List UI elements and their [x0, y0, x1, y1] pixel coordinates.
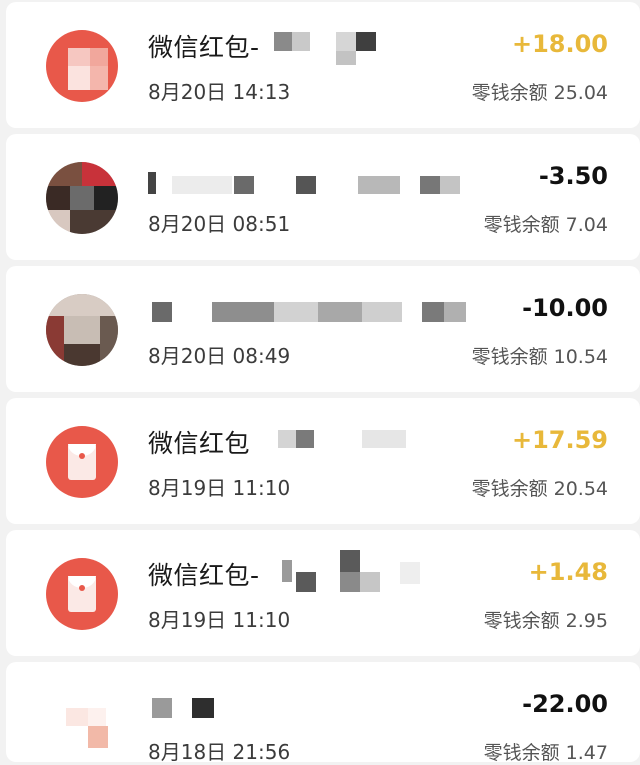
- user-avatar: [46, 294, 118, 366]
- red-packet-icon: [46, 30, 118, 102]
- blurred-name: [148, 172, 468, 196]
- transaction-title: 微信红包-: [148, 561, 260, 590]
- user-avatar: [46, 162, 118, 234]
- envelope-icon: [68, 576, 96, 612]
- transaction-time: 8月18日 21:56: [148, 740, 291, 764]
- transaction-title: 微信红包: [148, 429, 251, 458]
- transaction-row[interactable]: 8月20日 08:51 -3.50 零钱余额 7.04: [6, 134, 640, 260]
- transaction-row[interactable]: 微信红包- 8月20日 14:13 +18.00 零钱余额 25.04: [6, 2, 640, 128]
- transaction-time: 8月20日 08:49: [148, 344, 291, 368]
- transaction-amount: +18.00: [511, 30, 608, 58]
- transaction-row[interactable]: 8月20日 08:49 -10.00 零钱余额 10.54: [6, 266, 640, 392]
- transaction-time: 8月20日 08:51: [148, 212, 291, 236]
- transaction-list: 微信红包- 8月20日 14:13 +18.00 零钱余额 25.04 8月20…: [0, 0, 640, 764]
- transaction-row[interactable]: 微信红包- 8月19日 11:10 +1.48 零钱余额 2.95: [6, 530, 640, 656]
- wallet-balance: 零钱余额 10.54: [471, 346, 608, 368]
- wallet-balance: 零钱余额 20.54: [471, 478, 608, 500]
- transaction-amount: +17.59: [511, 426, 608, 454]
- transaction-amount: +1.48: [528, 558, 608, 586]
- blurred-name: [148, 696, 228, 718]
- transaction-amount: -10.00: [522, 294, 608, 322]
- wallet-balance: 零钱余额 7.04: [483, 214, 608, 236]
- user-avatar: [46, 690, 118, 762]
- blurred-name: [148, 298, 488, 324]
- transaction-amount: -22.00: [522, 690, 608, 718]
- transaction-time: 8月19日 11:10: [148, 608, 291, 632]
- transaction-time: 8月19日 11:10: [148, 476, 291, 500]
- transaction-amount: -3.50: [538, 162, 608, 190]
- red-packet-icon: [46, 426, 118, 498]
- red-packet-icon: [46, 558, 118, 630]
- blurred-name: [274, 32, 394, 70]
- transaction-time: 8月20日 14:13: [148, 80, 291, 104]
- wallet-balance: 零钱余额 25.04: [471, 82, 608, 104]
- transaction-title: 微信红包-: [148, 33, 260, 62]
- blurred-name: [278, 428, 418, 452]
- transaction-row[interactable]: 8月18日 21:56 -22.00 零钱余额 1.47: [6, 662, 640, 764]
- blurred-name: [282, 550, 422, 594]
- wallet-balance: 零钱余额 1.47: [483, 742, 608, 764]
- envelope-icon: [68, 444, 96, 480]
- wallet-balance: 零钱余额 2.95: [483, 610, 608, 632]
- transaction-row[interactable]: 微信红包 8月19日 11:10 +17.59 零钱余额 20.54: [6, 398, 640, 524]
